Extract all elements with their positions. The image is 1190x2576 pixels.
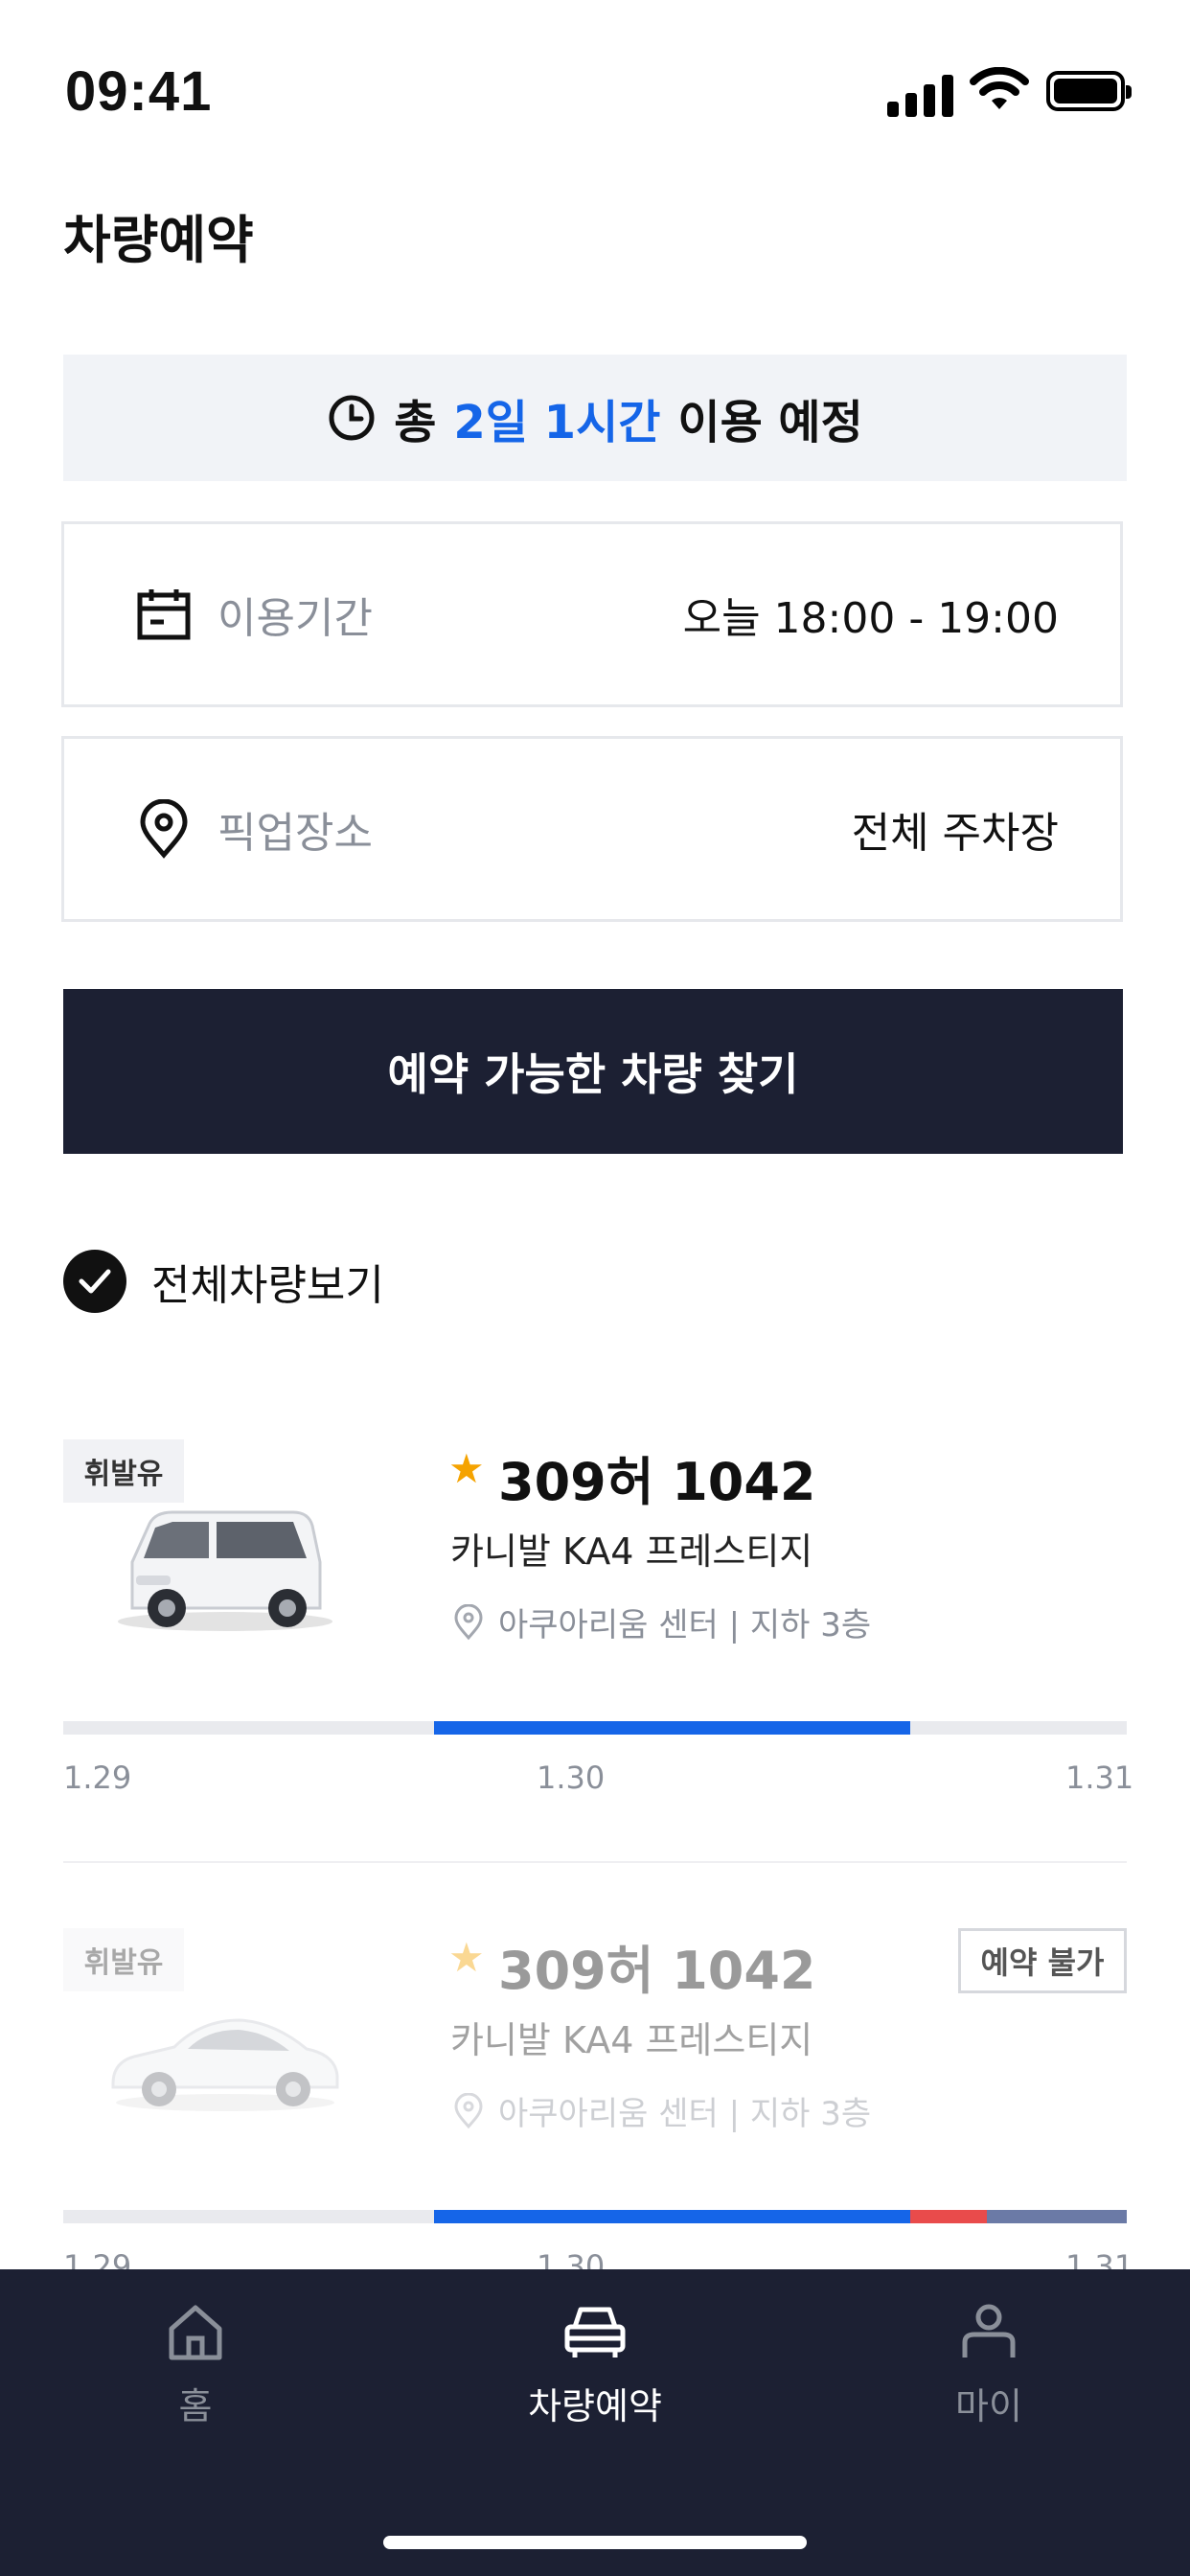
clock-icon <box>329 395 375 441</box>
favorite-star-icon[interactable]: ★ <box>448 1445 485 1492</box>
conflict-segment <box>910 2210 987 2223</box>
home-indicator <box>383 2536 807 2549</box>
availability-timeline <box>63 1721 1127 1735</box>
checkmark-icon <box>63 1250 126 1313</box>
pickup-label: 픽업장소 <box>217 809 373 858</box>
calendar-icon <box>137 589 191 640</box>
tab-my[interactable]: 마이 <box>864 2300 1113 2429</box>
period-value: 오늘 18:00 - 19:00 <box>682 594 1059 643</box>
period-field[interactable]: 이용기간 오늘 18:00 - 19:00 <box>61 521 1123 707</box>
battery-icon <box>1046 71 1132 111</box>
show-all-toggle[interactable]: 전체차량보기 <box>63 1250 384 1313</box>
car-icon <box>564 2307 626 2358</box>
summary-suffix: 이용 예정 <box>677 396 863 449</box>
car-image <box>118 1510 332 1631</box>
show-all-label: 전체차량보기 <box>151 1261 384 1310</box>
period-label: 이용기간 <box>217 594 373 643</box>
timeline-mid-label: 1.30 <box>537 1760 606 1796</box>
location-pin-icon <box>454 2092 483 2128</box>
availability-timeline <box>63 2210 1127 2223</box>
summary-duration: 2일 1시간 <box>453 396 661 449</box>
tab-my-label: 마이 <box>955 2385 1022 2427</box>
home-icon <box>169 2305 222 2360</box>
usage-summary: 총 2일 1시간 이용 예정 <box>63 355 1127 481</box>
summary-prefix: 총 <box>394 396 437 449</box>
unavailable-badge: 예약 불가 <box>958 1928 1127 1993</box>
pickup-value: 전체 주차장 <box>851 809 1059 858</box>
favorite-star-icon[interactable]: ★ <box>448 1934 485 1981</box>
reserved-segment <box>434 1721 910 1735</box>
list-divider <box>63 1861 1127 1863</box>
tab-car-reservation-label: 차량예약 <box>528 2385 662 2427</box>
blocked-segment <box>987 2210 1127 2223</box>
find-available-cars-button[interactable]: 예약 가능한 차량 찾기 <box>63 989 1123 1154</box>
car-plate: 309허 1042 <box>498 1452 816 1512</box>
car-location: 아쿠아리움 센터 | 지하 3층 <box>452 1598 871 1645</box>
person-icon <box>962 2304 1016 2358</box>
car-location: 아쿠아리움 센터 | 지하 3층 <box>452 2087 871 2134</box>
car-model: 카니발 KA4 프레스티지 <box>450 2019 813 2061</box>
tab-car-reservation[interactable]: 차량예약 <box>470 2300 720 2429</box>
location-pin-icon <box>454 1603 483 1640</box>
signal-icon <box>887 69 954 117</box>
tab-home-label: 홈 <box>178 2385 213 2427</box>
wifi-icon <box>970 66 1029 117</box>
car-model: 카니발 KA4 프레스티지 <box>450 1530 813 1573</box>
reserved-segment <box>434 2210 910 2223</box>
location-pin-icon <box>140 799 188 859</box>
car-location-text: 아쿠아리움 센터 | 지하 3층 <box>498 2095 872 2133</box>
pickup-field[interactable]: 픽업장소 전체 주차장 <box>61 736 1123 922</box>
car-plate: 309허 1042 <box>498 1941 816 2001</box>
status-time: 09:41 <box>65 60 213 123</box>
fuel-badge: 휘발유 <box>63 1928 184 1991</box>
timeline-end-label: 1.31 <box>1065 1760 1134 1796</box>
car-location-text: 아쿠아리움 센터 | 지하 3층 <box>498 1606 872 1644</box>
tab-home[interactable]: 홈 <box>71 2300 320 2429</box>
page-title: 차량예약 <box>63 210 254 270</box>
fuel-badge: 휘발유 <box>63 1439 184 1503</box>
timeline-start-label: 1.29 <box>63 1760 132 1796</box>
car-image <box>111 2018 339 2111</box>
